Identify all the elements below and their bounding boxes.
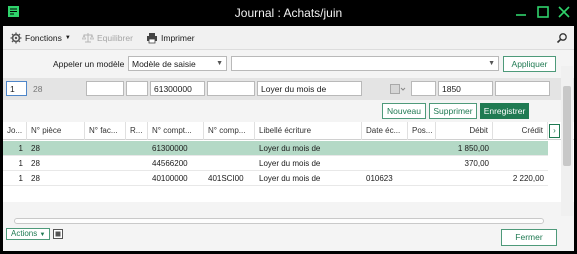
cell-compte-tiers bbox=[204, 156, 255, 171]
imprimer-button[interactable]: Imprimer bbox=[146, 31, 195, 45]
table-row[interactable]: 1 28 40100000 401SCI00 Loyer du mois de … bbox=[3, 171, 548, 186]
column-header[interactable]: Libellé écriture bbox=[255, 122, 362, 140]
column-header[interactable]: R... bbox=[126, 122, 148, 140]
column-header[interactable]: Jo... bbox=[3, 122, 27, 140]
actions-bar: Actions ▼ bbox=[6, 228, 64, 240]
column-header[interactable]: N° fac... bbox=[85, 122, 126, 140]
equilibrer-button[interactable]: Equilibrer bbox=[82, 31, 133, 45]
cell-date bbox=[362, 156, 408, 171]
actions-menu-button[interactable]: Actions ▼ bbox=[6, 228, 51, 240]
model-detail-select[interactable]: ▼ bbox=[231, 56, 499, 71]
equilibrer-label: Equilibrer bbox=[97, 33, 133, 43]
chevron-right-icon[interactable]: › bbox=[549, 124, 560, 138]
cell-debit bbox=[436, 171, 493, 186]
cell-piece: 28 bbox=[31, 174, 40, 183]
cell-date bbox=[362, 141, 408, 156]
journal-table: Jo... N° pièce N° fac... R... N° compt..… bbox=[3, 122, 574, 202]
chevron-down-icon: ▼ bbox=[216, 60, 223, 67]
montant-input[interactable]: 1850 bbox=[438, 81, 493, 96]
model-label: Appeler un modèle bbox=[53, 59, 125, 69]
cell-credit bbox=[493, 156, 548, 171]
cell-debit: 370,00 bbox=[464, 159, 489, 168]
column-header[interactable]: Pos... bbox=[408, 122, 436, 140]
application-window: Journal : Achats/juin Fonctions ▼ Equili… bbox=[0, 0, 577, 254]
date-input[interactable] bbox=[364, 81, 409, 96]
cell-piece: 28 bbox=[31, 144, 40, 153]
fonctions-menu[interactable]: Fonctions ▼ bbox=[10, 31, 71, 45]
fermer-button[interactable]: Fermer bbox=[501, 229, 557, 246]
table-row[interactable]: 1 28 61300000 Loyer du mois de 1 850,00 bbox=[3, 141, 548, 156]
nouveau-button[interactable]: Nouveau bbox=[382, 103, 426, 119]
jour-input[interactable]: 1 bbox=[6, 81, 27, 96]
supprimer-button[interactable]: Supprimer bbox=[429, 103, 477, 119]
table-header: Jo... N° pièce N° fac... R... N° compt..… bbox=[3, 122, 574, 140]
toolbar: Fonctions ▼ Equilibrer Imprimer bbox=[3, 26, 574, 50]
cell-piece: 28 bbox=[31, 159, 40, 168]
column-header[interactable]: Débit bbox=[436, 122, 493, 140]
scrollbar-thumb[interactable] bbox=[14, 218, 544, 224]
facture-input[interactable] bbox=[86, 81, 124, 96]
fonctions-label: Fonctions bbox=[25, 33, 62, 43]
window-title: Journal : Achats/juin bbox=[234, 6, 343, 20]
cell-libelle: Loyer du mois de bbox=[259, 144, 321, 153]
horizontal-scrollbar[interactable] bbox=[6, 217, 554, 225]
column-header[interactable]: N° pièce bbox=[27, 122, 85, 140]
cell-debit: 1 850,00 bbox=[457, 144, 489, 153]
cell-jour: 1 bbox=[18, 159, 23, 168]
column-header[interactable]: N° comp... bbox=[204, 122, 255, 140]
compte-tiers-input[interactable] bbox=[207, 81, 255, 96]
maximize-icon[interactable] bbox=[536, 5, 550, 19]
title-bar: Journal : Achats/juin bbox=[0, 0, 577, 26]
chevron-down-icon: ▼ bbox=[39, 232, 46, 238]
cell-compte: 44566200 bbox=[152, 159, 188, 168]
piece-input[interactable]: 28 bbox=[29, 81, 84, 96]
compte-input[interactable]: 61300000 bbox=[150, 81, 205, 96]
cell-jour: 1 bbox=[18, 174, 23, 183]
cell-libelle: Loyer du mois de bbox=[259, 159, 321, 168]
close-icon[interactable] bbox=[557, 5, 571, 19]
cell-credit: 2 220,00 bbox=[512, 174, 544, 183]
appliquer-button[interactable]: Appliquer bbox=[503, 56, 556, 72]
column-header[interactable]: Crédit bbox=[493, 122, 548, 140]
chevron-down-icon: ▼ bbox=[64, 35, 71, 41]
balance-scale-icon bbox=[82, 33, 94, 43]
actions-label: Actions bbox=[11, 229, 38, 238]
cell-date: 010623 bbox=[366, 174, 393, 183]
position-input[interactable] bbox=[411, 81, 436, 96]
cell-libelle: Loyer du mois de bbox=[259, 174, 321, 183]
enregistrer-button[interactable]: Enregistrer bbox=[480, 103, 529, 119]
column-header[interactable]: Date éc... bbox=[362, 122, 408, 140]
calendar-icon[interactable] bbox=[390, 84, 406, 94]
journal-panel: Fonctions ▼ Equilibrer Imprimer Appeler … bbox=[3, 26, 574, 251]
model-select-value: Modèle de saisie bbox=[132, 59, 196, 69]
minimize-icon[interactable] bbox=[514, 5, 528, 19]
libelle-input[interactable]: Loyer du mois de bbox=[257, 81, 362, 96]
cell-compte: 61300000 bbox=[152, 144, 188, 153]
vertical-scrollbar[interactable] bbox=[561, 66, 573, 216]
table-settings-icon[interactable] bbox=[53, 229, 64, 239]
cell-compte-tiers: 401SCI00 bbox=[208, 174, 244, 183]
cell-compte-tiers bbox=[204, 141, 255, 156]
credit-input[interactable] bbox=[495, 81, 550, 96]
scrollbar-thumb[interactable] bbox=[563, 86, 571, 166]
printer-icon bbox=[147, 33, 157, 44]
gear-icon bbox=[10, 32, 22, 44]
column-header[interactable]: N° compt... bbox=[148, 122, 204, 140]
search-icon[interactable] bbox=[556, 32, 568, 44]
model-select[interactable]: Modèle de saisie ▼ bbox=[128, 56, 227, 71]
table-row[interactable]: 1 28 44566200 Loyer du mois de 370,00 bbox=[3, 156, 548, 171]
reference-input[interactable] bbox=[126, 81, 148, 96]
cell-compte: 40100000 bbox=[152, 174, 188, 183]
imprimer-label: Imprimer bbox=[161, 33, 195, 43]
cell-credit bbox=[493, 141, 548, 156]
chevron-down-icon: ▼ bbox=[488, 60, 495, 67]
cell-jour: 1 bbox=[18, 144, 23, 153]
